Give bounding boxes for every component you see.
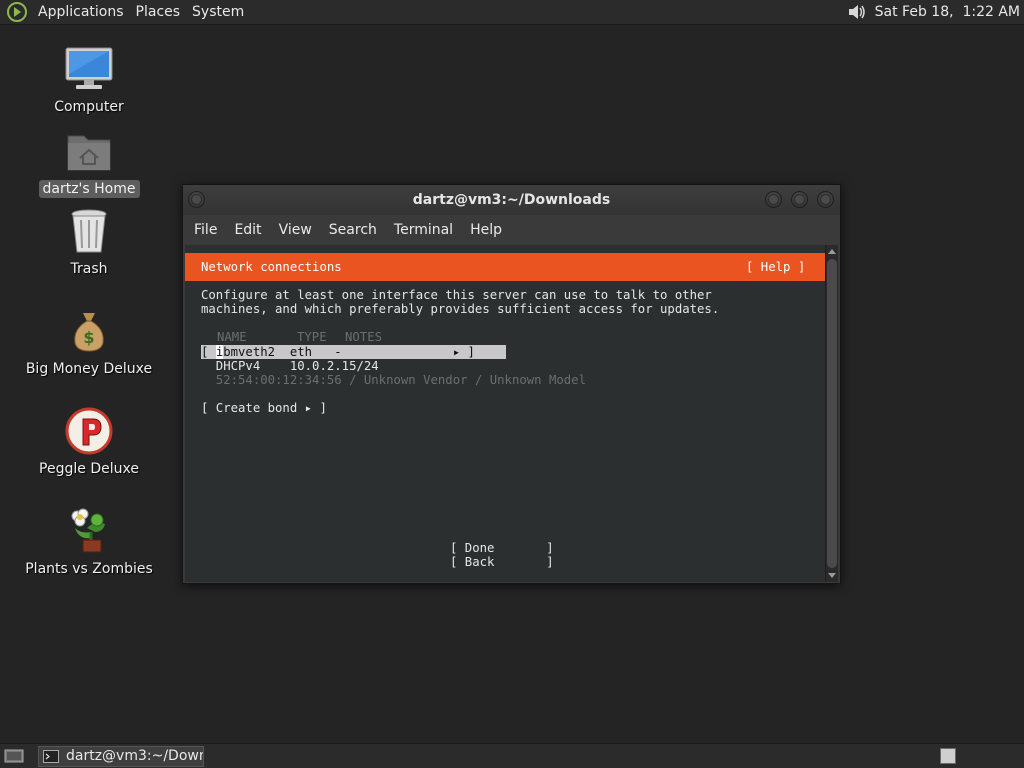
menu-terminal[interactable]: Terminal [387,222,460,238]
peggle-icon [65,407,113,455]
back-button[interactable]: [ Back ] [450,555,554,569]
window-menubar: File Edit View Search Terminal Help [183,215,840,245]
minimize-button[interactable] [765,191,782,208]
top-panel: Applications Places System Sat Feb 18, 1… [0,0,1024,25]
desktop-icon-label: Computer [54,99,124,115]
menu-help[interactable]: Help [463,222,509,238]
tui-help-button[interactable]: [ Help ] [746,260,805,274]
window-title: dartz@vm3:~/Downloads [412,192,611,208]
task-label: dartz@vm3:~/Down... [66,748,203,764]
maximize-button[interactable] [791,191,808,208]
desktop-icon-label: Plants vs Zombies [25,561,153,577]
column-header-type: TYPE [297,330,327,344]
terminal-icon [43,749,59,763]
desktop-icon-big-money[interactable]: $ Big Money Deluxe [19,306,159,378]
terminal-screen[interactable]: Network connections [ Help ] Configure a… [185,245,826,582]
menu-view[interactable]: View [272,222,319,238]
desktop-icon-label: Big Money Deluxe [25,361,153,377]
selected-row-bracket: [ [201,345,216,359]
terminal-scrollbar[interactable] [825,245,838,582]
tui-description-line-1: Configure at least one interface this se… [201,288,712,302]
places-menu[interactable]: Places [130,4,187,20]
window-menu-button[interactable] [188,191,205,208]
desktop-icon-peggle[interactable]: Peggle Deluxe [19,406,159,478]
applications-menu[interactable]: Applications [32,4,130,20]
bottom-panel: dartz@vm3:~/Down... [0,743,1024,768]
distro-logo-icon[interactable] [6,1,28,23]
taskbar-terminal-task[interactable]: dartz@vm3:~/Down... [38,745,204,767]
tui-description-line-2: machines, and which preferably provides … [201,302,720,316]
menu-edit[interactable]: Edit [227,222,268,238]
desktop-icon-label: Peggle Deluxe [39,461,139,477]
system-menu[interactable]: System [186,4,250,20]
desktop-icon-pvz[interactable]: Plants vs Zombies [19,506,159,578]
show-desktop-icon[interactable] [4,748,24,764]
selected-row-rest: bmveth2 eth - ▸ ] [223,345,475,359]
volume-icon[interactable] [845,1,867,23]
menu-file[interactable]: File [187,222,224,238]
money-bag-icon: $ [74,313,104,352]
desktop-icon-computer[interactable]: Computer [19,44,159,116]
dhcp-line: DHCPv4 10.0.2.15/24 [201,359,379,373]
desktop-icon-label: dartz's Home [38,180,140,198]
workspace-switcher[interactable] [940,748,956,764]
column-header-name: NAME [217,330,247,344]
create-bond-button[interactable]: [ Create bond ▸ ] [201,401,327,415]
menu-search[interactable]: Search [322,222,384,238]
close-button[interactable] [817,191,834,208]
column-header-notes: NOTES [345,330,383,344]
scroll-down-arrow-icon[interactable] [828,573,836,578]
desktop-icon-trash[interactable]: Trash [19,206,159,278]
selected-row-text: [ ibmveth2 eth - ▸ ] [201,345,475,359]
terminal-window[interactable]: dartz@vm3:~/Downloads File Edit View Sea… [182,184,841,584]
scrollbar-thumb[interactable] [827,259,837,568]
scroll-up-arrow-icon[interactable] [828,249,836,254]
mac-line: 52:54:00:12:34:56 / Unknown Vendor / Unk… [201,373,586,387]
trash-icon [71,209,107,253]
desktop-icon-home[interactable]: dartz's Home [19,126,159,198]
window-titlebar[interactable]: dartz@vm3:~/Downloads [183,185,840,215]
desktop-icon-label: Trash [70,261,108,277]
computer-icon [65,47,113,89]
svg-text:$: $ [83,328,94,347]
plants-vs-zombies-icon [71,508,105,553]
tui-title: Network connections [201,260,342,274]
home-folder-icon [67,135,111,171]
done-button[interactable]: [ Done ] [450,541,554,555]
clock[interactable]: Sat Feb 18, 1:22 AM [875,4,1020,20]
tui-header: Network connections [ Help ] [185,253,826,281]
